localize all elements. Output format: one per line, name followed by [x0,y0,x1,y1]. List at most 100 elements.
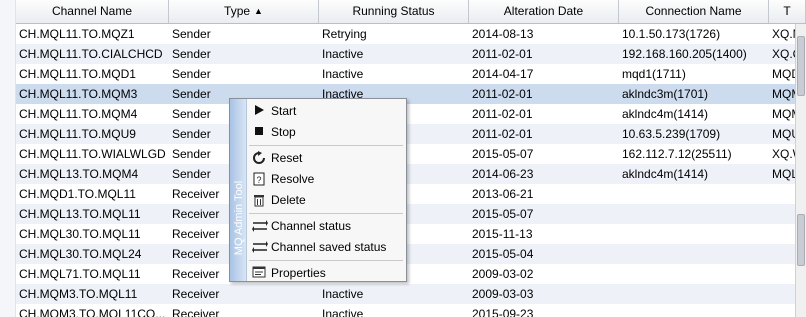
menu-items: Start Stop Reset? Resolve Delete Channel stat… [247,101,405,284]
column-header-label: Running Status [352,4,435,18]
table-row[interactable]: CH.MQD1.TO.MQL11 Receiver 2013-06-21 [16,184,806,204]
menu-item-resolve[interactable]: ? Resolve [247,169,405,190]
scrollbar-thumb[interactable] [797,36,805,96]
table-cell: CH.MQL13.TO.MQM4 [19,167,139,181]
table-cell: 2015-05-07 [472,147,534,161]
table-cell: Inactive [322,287,364,301]
table-cell: Inactive [322,307,364,317]
table-cell: Sender [172,27,211,41]
menu-item-reset[interactable]: Reset [247,148,405,169]
table-cell: CH.MQL11.TO.WIALWLGD [19,147,166,161]
menu-item-label: Channel status [271,219,352,233]
table-cell [619,304,769,317]
table-row[interactable]: CH.MQL11.TO.MQU9SenderInactive2011-02-01… [16,124,806,144]
sort-ascending-icon: ▲ [254,6,263,16]
table-row[interactable]: CH.MQM3.TO.MQL11 Receiver Inactive 2009-03-… [16,284,806,304]
column-header-running-status[interactable]: Running Status [319,0,469,23]
table-cell: CH.MQL11.TO.MQM4 [19,107,138,121]
table-row[interactable]: CH.MQL30.TO.MQL24 Receiver 2015-05-04 [16,244,806,264]
menu-item-properties[interactable]: Properties [247,263,405,284]
menu-item-channel-saved-status[interactable]: Channel saved status [247,237,405,258]
menu-separator [249,145,403,146]
table-cell: Sender [172,67,211,81]
table-cell: 192.168.160.205(1400) [622,47,747,61]
menu-side-banner: MQ Admin Tool [230,99,247,281]
menu-item-start[interactable]: Start [247,101,405,122]
table-cell: CH.MQL11.TO.MQD1 [19,67,136,81]
table-cell: 10.1.50.173(1726) [622,27,721,41]
table-body: CH.MQL11.TO.MQZ1 Sender Retrying 2014-08-13… [16,24,806,317]
table-row[interactable]: CH.MQL13.TO.MQL11 Receiver 2015-05-07 [16,204,806,224]
vertical-scrollbar[interactable] [795,24,806,317]
table-cell: 2009-03-03 [472,287,534,301]
table-row[interactable]: CH.MQM3.TO.MQL11CO... Receiver Inactive 201… [16,304,806,317]
table-cell [619,224,769,244]
menu-separator [249,213,403,214]
table-cell: 2013-06-21 [472,187,534,201]
table-row[interactable]: CH.MQL30.TO.MQL11 Receiver 2015-11-13 [16,224,806,244]
table-row[interactable]: CH.MQL71.TO.MQL11 Receiver 2009-03-02 [16,264,806,284]
column-header-label: T [783,4,791,18]
menu-item-label: Delete [271,193,306,207]
svg-text:?: ? [256,175,261,185]
column-header-connection-name[interactable]: Connection Name [619,0,769,23]
table-cell: 2011-02-01 [472,47,533,61]
menu-side-label: MQ Admin Tool [233,180,245,256]
table-row[interactable]: CH.MQL13.TO.MQM4SenderInactive2014-06-23… [16,164,806,184]
column-header-alteration-date[interactable]: Alteration Date [469,0,619,23]
table-cell: 10.63.5.239(1709) [622,127,721,141]
table-cell: CH.MQL11.TO.CIALCHCD [19,47,163,61]
table-cell: 2011-02-01 [472,127,533,141]
table-cell: aklndc4m(1414) [622,167,709,181]
scrollbar-thumb-secondary[interactable] [797,214,805,266]
column-header-truncated[interactable]: T [769,0,806,23]
table-cell: Inactive [322,47,364,61]
table-cell [619,264,769,284]
table-cell: CH.MQL30.TO.MQL11 [19,227,141,241]
table-cell: 2015-05-07 [472,207,534,221]
table-cell: Receiver [172,287,220,301]
table-cell: CH.MQM3.TO.MQL11 [19,287,138,301]
table-row[interactable]: CH.MQL11.TO.MQM3 Sender Inactive 2011-02-01… [16,84,806,104]
stop-icon [252,125,266,139]
table-cell: 2009-03-02 [472,267,534,281]
table-cell: CH.MQM3.TO.MQL11CO... [19,307,166,317]
table-cell: CH.MQL11.TO.MQM3 [19,87,138,101]
table-cell: 2014-06-23 [472,167,534,181]
channel-saved-status-icon [252,240,268,254]
menu-item-label: Resolve [271,172,315,186]
table-cell [619,284,769,304]
reset-icon [252,151,266,165]
column-header-label: Type [224,4,251,18]
table-row[interactable]: CH.MQL11.TO.CIALCHCD Sender Inactive 2011-0… [16,44,806,64]
menu-item-label: Start [271,104,297,118]
menu-item-delete[interactable]: Delete [247,190,405,211]
table-cell [619,184,769,204]
table-cell [619,244,769,264]
table-cell: Sender [172,47,211,61]
table-cell: 162.112.7.12(25511) [622,147,732,161]
table-cell: Retrying [322,27,367,41]
table-row[interactable]: CH.MQL11.TO.MQZ1 Sender Retrying 2014-08-13… [16,24,806,44]
table-cell: 2014-04-17 [472,67,534,81]
menu-item-channel-status[interactable]: Channel status [247,216,405,237]
table-row[interactable]: CH.MQL11.TO.MQD1 Sender Inactive 2014-04-17… [16,64,806,84]
trash-icon [252,193,266,207]
table-cell: aklndc4m(1414) [622,107,709,121]
table-header: Channel Name Type ▲ Running Status Altera… [16,0,806,24]
menu-item-label: Stop [271,125,296,139]
column-header-type[interactable]: Type ▲ [169,0,319,23]
table-cell: 2011-02-01 [472,107,533,121]
table-row[interactable]: CH.MQL11.TO.MQM4SenderInactive2011-02-01… [16,104,806,124]
table-cell: CH.MQL11.TO.MQU9 [19,127,136,141]
resolve-icon: ? [252,172,266,186]
table-cell: CH.MQL30.TO.MQL24 [19,247,142,261]
table-cell: Inactive [322,67,364,81]
column-header-channel-name[interactable]: Channel Name [16,0,169,23]
play-icon [252,104,266,118]
menu-item-stop[interactable]: Stop [247,122,405,143]
menu-item-label: Properties [271,266,326,280]
table-cell: 2015-11-13 [472,227,533,241]
table-row[interactable]: CH.MQL11.TO.WIALWLGDSenderInactive2015-0… [16,144,806,164]
table-cell: CH.MQL13.TO.MQL11 [19,207,141,221]
